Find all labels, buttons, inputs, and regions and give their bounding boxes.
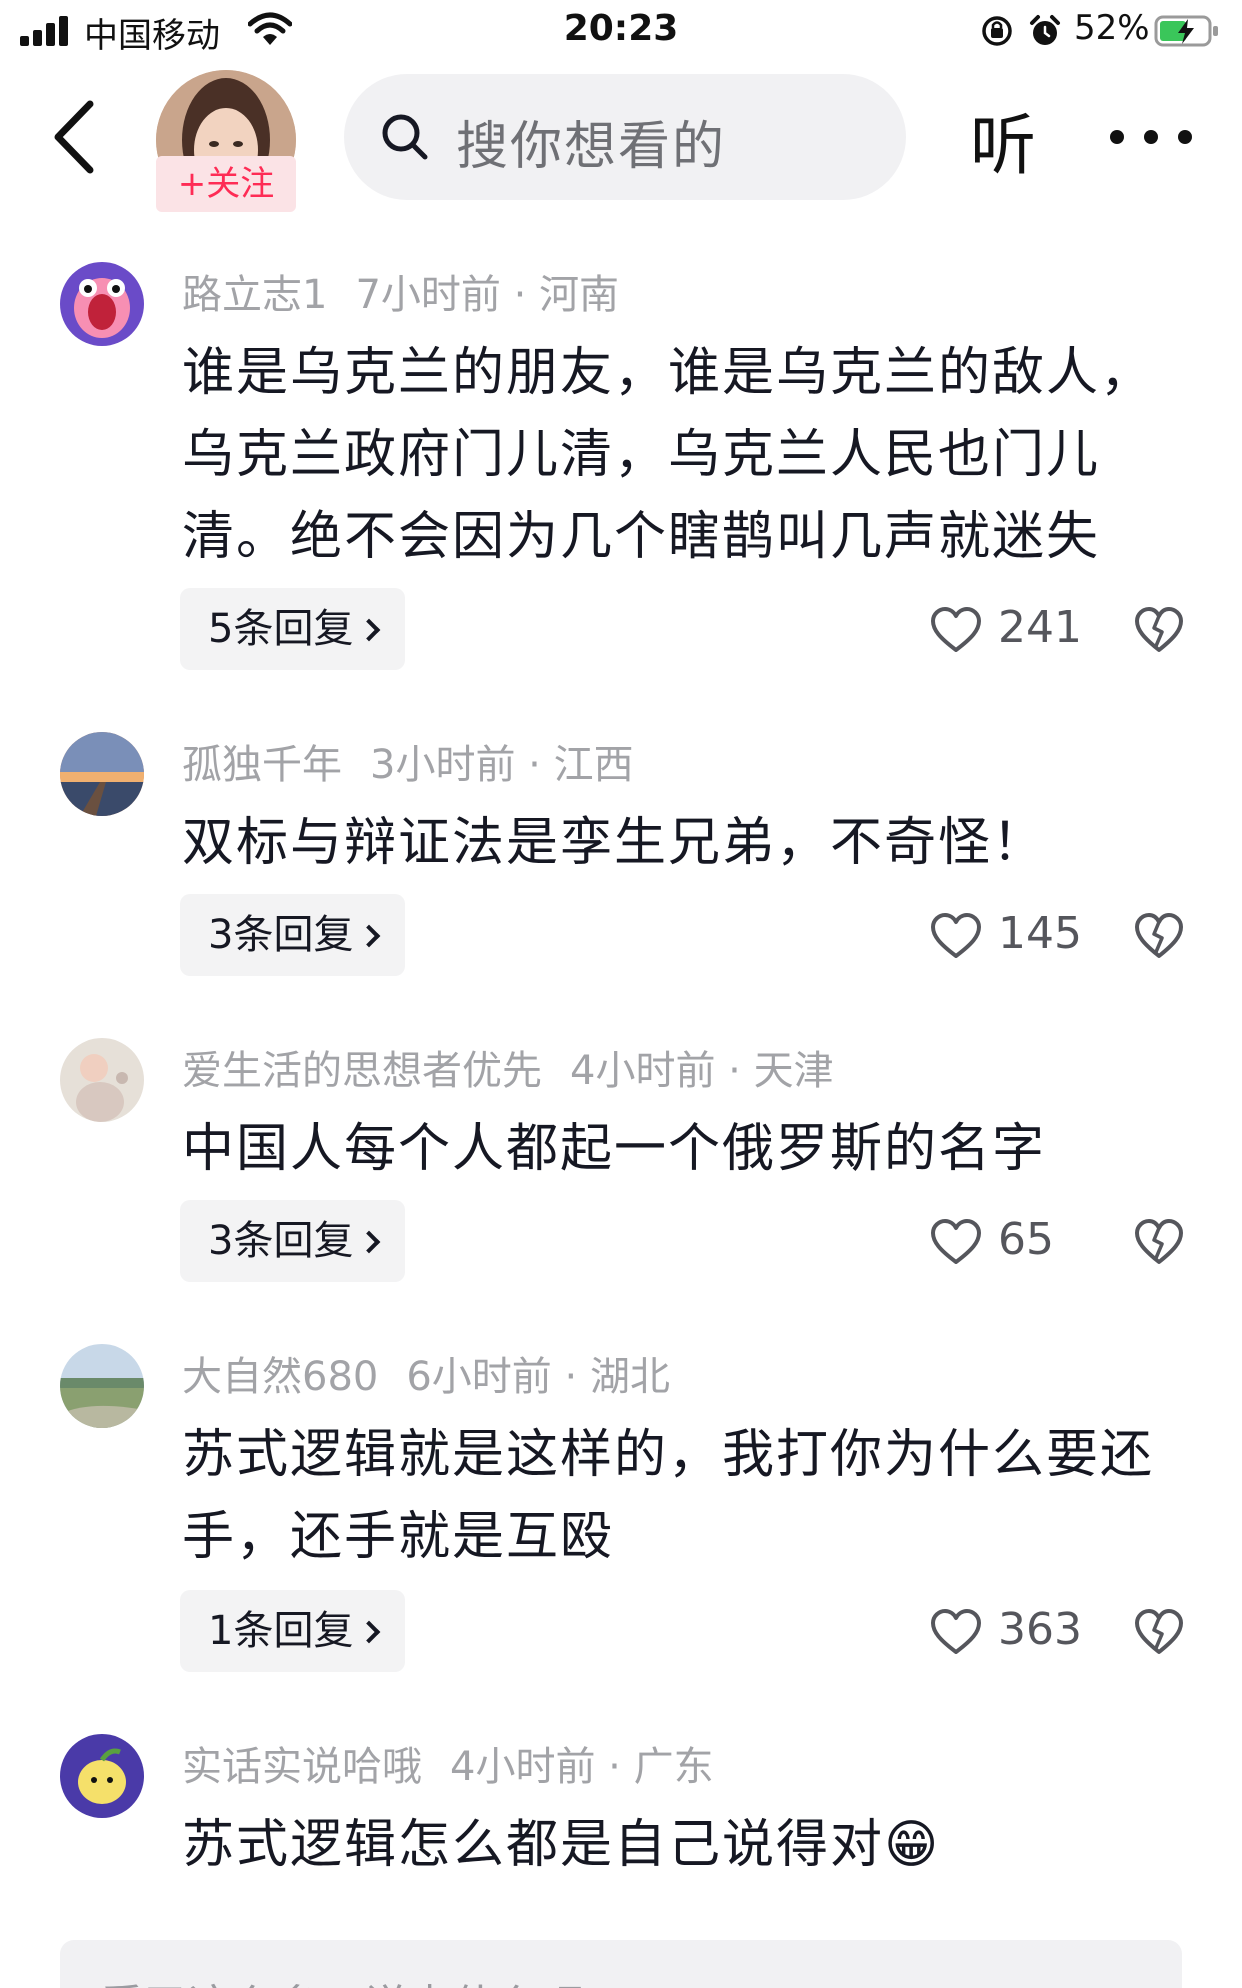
comment-item: 孤独千年 3小时前 · 江西 双标与辩证法是孪生兄弟，不奇怪！ 3条回复 145 xyxy=(0,732,1242,992)
like-heart-icon[interactable] xyxy=(930,912,982,960)
avatar[interactable] xyxy=(60,1038,144,1122)
comment-input-bar[interactable]: 看了这么多，说点什么吧 xyxy=(60,1940,1182,1988)
comment-time: 3小时前 xyxy=(370,742,516,788)
chevron-right-icon xyxy=(358,924,381,948)
comment-time: 4小时前 xyxy=(570,1048,716,1094)
search-placeholder: 搜你想看的 xyxy=(456,117,727,177)
comment-username[interactable]: 路立志1 xyxy=(182,272,327,318)
search-input[interactable]: 搜你想看的 xyxy=(344,74,906,200)
comment-item: 路立志1 7小时前 · 河南 谁是乌克兰的朋友，谁是乌克兰的敌人， 乌克兰政府门儿… xyxy=(0,262,1242,682)
like-count: 241 xyxy=(998,602,1082,653)
search-icon xyxy=(382,114,428,160)
comment-username[interactable]: 爱生活的思想者优先 xyxy=(182,1048,542,1094)
dislike-heart-icon[interactable] xyxy=(1134,606,1184,654)
like-count: 145 xyxy=(998,908,1082,959)
like-count: 65 xyxy=(998,1214,1054,1265)
avatar[interactable] xyxy=(60,1344,144,1428)
comment-location: 江西 xyxy=(553,742,634,788)
comment-text: 双标与辩证法是孪生兄弟，不奇怪！ xyxy=(182,813,1047,873)
battery-percent: 52% xyxy=(1074,8,1150,48)
top-nav: +关注 搜你想看的 听 xyxy=(0,62,1242,212)
like-heart-icon[interactable] xyxy=(930,1218,982,1266)
dislike-heart-icon[interactable] xyxy=(1134,1608,1184,1656)
view-replies-button[interactable]: 3条回复 xyxy=(180,1200,406,1282)
dislike-heart-icon[interactable] xyxy=(1134,912,1184,960)
chevron-right-icon xyxy=(358,1620,381,1644)
comment-location: 河南 xyxy=(539,272,620,318)
comment-time: 7小时前 xyxy=(355,272,501,318)
view-replies-button[interactable]: 5条回复 xyxy=(180,588,406,670)
avatar[interactable] xyxy=(60,732,144,816)
chevron-right-icon xyxy=(358,618,381,642)
like-count: 363 xyxy=(998,1604,1082,1655)
comment-time: 4小时前 xyxy=(450,1744,596,1790)
battery-icon xyxy=(1154,15,1218,47)
comment-text: 苏式逻辑就是这样的，我打你为什么要还 手，还手就是互殴 xyxy=(182,1425,1155,1567)
back-icon[interactable] xyxy=(36,92,116,182)
follow-button[interactable]: +关注 xyxy=(156,156,296,212)
view-replies-button[interactable]: 1条回复 xyxy=(180,1590,406,1672)
comment-meta: 实话实说哈哦 4小时前 · 广东 xyxy=(182,1744,714,1790)
comment-item: 大自然680 6小时前 · 湖北 苏式逻辑就是这样的，我打你为什么要还 手，还手就… xyxy=(0,1344,1242,1684)
status-bar: 中国移动 20:23 52% xyxy=(0,0,1242,62)
comment-meta: 爱生活的思想者优先 4小时前 · 天津 xyxy=(182,1048,834,1094)
chevron-right-icon xyxy=(358,1230,381,1254)
comment-item: 实话实说哈哦 4小时前 · 广东 苏式逻辑怎么都是自己说得对😁 xyxy=(0,1734,1242,1914)
rotation-lock-icon xyxy=(982,16,1012,46)
comment-username[interactable]: 实话实说哈哦 xyxy=(182,1744,422,1790)
comment-username[interactable]: 大自然680 xyxy=(182,1354,378,1400)
comment-text: 谁是乌克兰的朋友，谁是乌克兰的敌人， 乌克兰政府门儿清，乌克兰人民也门儿 清。绝… xyxy=(182,343,1155,567)
listen-button[interactable]: 听 xyxy=(970,92,1036,188)
comment-location: 湖北 xyxy=(589,1354,670,1400)
comment-item: 爱生活的思想者优先 4小时前 · 天津 中国人每个人都起一个俄罗斯的名字 3条回复… xyxy=(0,1038,1242,1298)
view-replies-button[interactable]: 3条回复 xyxy=(180,894,406,976)
like-heart-icon[interactable] xyxy=(930,606,982,654)
avatar[interactable] xyxy=(60,1734,144,1818)
comment-text: 苏式逻辑怎么都是自己说得对😁 xyxy=(182,1815,941,1875)
comment-location: 天津 xyxy=(753,1048,834,1094)
comment-location: 广东 xyxy=(633,1744,714,1790)
more-options-icon[interactable] xyxy=(1110,126,1194,150)
comment-meta: 路立志1 7小时前 · 河南 xyxy=(182,272,620,318)
avatar[interactable] xyxy=(60,262,144,346)
comment-username[interactable]: 孤独千年 xyxy=(182,742,342,788)
comment-input-placeholder: 看了这么多，说点什么吧 xyxy=(100,1970,584,1988)
comment-text: 中国人每个人都起一个俄罗斯的名字 xyxy=(182,1119,1047,1179)
comment-meta: 大自然680 6小时前 · 湖北 xyxy=(182,1354,670,1400)
comment-meta: 孤独千年 3小时前 · 江西 xyxy=(182,742,634,788)
like-heart-icon[interactable] xyxy=(930,1608,982,1656)
alarm-icon xyxy=(1030,15,1060,45)
dislike-heart-icon[interactable] xyxy=(1134,1218,1184,1266)
comment-time: 6小时前 xyxy=(406,1354,552,1400)
